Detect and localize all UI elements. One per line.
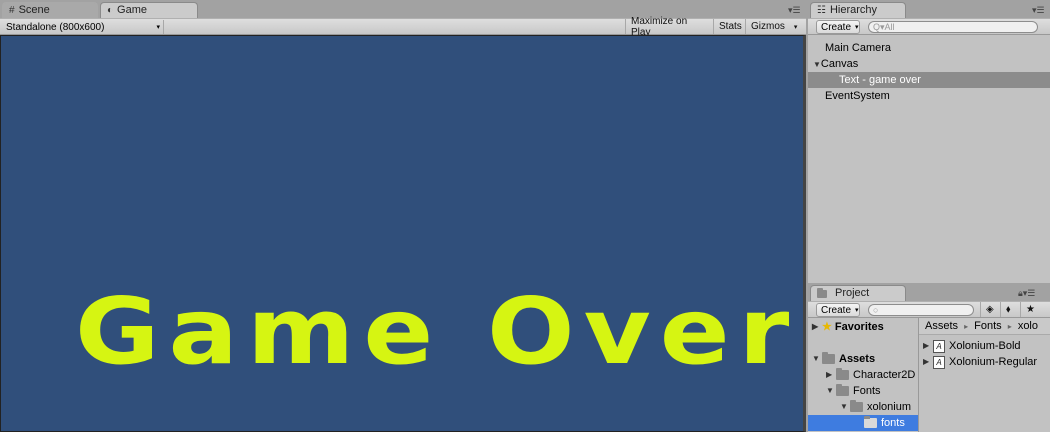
hierarchy-search-input[interactable]: Q▾All	[868, 21, 1038, 33]
tree-item-assets[interactable]: ▼ Assets	[812, 351, 875, 367]
chevron-down-icon: ▾	[156, 24, 160, 31]
chevron-down-icon: ▾	[855, 307, 859, 314]
hierarchy-tabbar: ☷ Hierarchy ▾☰	[808, 0, 1050, 18]
triangle-right-icon[interactable]: ▶	[812, 319, 822, 335]
triangle-right-icon[interactable]: ▶	[923, 338, 933, 354]
hierarchy-item-label: Text - game over	[839, 74, 921, 86]
file-item-label: Xolonium-Regular	[949, 356, 1038, 368]
hierarchy-item-canvas[interactable]: ▼Canvas	[808, 56, 1050, 72]
tree-item-fonts[interactable]: ▼ Fonts	[826, 383, 881, 399]
tree-item-character2d[interactable]: ▶ Character2D	[826, 367, 915, 383]
project-file-list: Assets ▸ Fonts ▸ xolo ▶ A Xolonium-Bold …	[919, 318, 1050, 432]
file-item-xolonium-regular[interactable]: ▶ A Xolonium-Regular	[923, 354, 1037, 370]
pacman-icon: ◐	[107, 5, 114, 16]
tree-item-xolonium[interactable]: ▼ xolonium	[840, 399, 911, 415]
search-icon: ○	[873, 305, 879, 315]
folder-icon	[836, 368, 849, 380]
resolution-dropdown[interactable]: Standalone (800x600) ▾	[6, 20, 164, 34]
gizmos-dropdown[interactable]: Gizmos ▾	[745, 19, 801, 34]
create-label: Create	[821, 304, 852, 316]
hierarchy-item-text-game-over[interactable]: Text - game over	[808, 72, 1050, 88]
tab-scene[interactable]: # Scene	[2, 2, 98, 18]
hierarchy-item-label: EventSystem	[825, 90, 890, 102]
tree-item-fonts-sub[interactable]: fonts	[808, 415, 918, 431]
filter-by-type-icon[interactable]: ◈	[980, 302, 1000, 317]
hierarchy-item-label: Main Camera	[825, 42, 892, 54]
tree-item-label: fonts	[881, 417, 905, 429]
hierarchy-item-label: Canvas	[820, 58, 859, 70]
breadcrumb: Assets ▸ Fonts ▸ xolo	[919, 318, 1050, 335]
triangle-right-icon[interactable]: ▶	[923, 354, 933, 370]
font-icon: A	[933, 339, 945, 353]
hierarchy-item-eventsystem[interactable]: EventSystem	[808, 88, 1050, 104]
tab-game-label: Game	[117, 4, 148, 16]
grid-icon: #	[9, 5, 15, 16]
tab-scene-label: Scene	[18, 4, 50, 16]
tree-item-label: Favorites	[834, 321, 884, 333]
folder-icon	[864, 416, 877, 428]
breadcrumb-item[interactable]: xolo	[1018, 320, 1038, 332]
lock-icon[interactable]: 🔒︎▾☰	[1018, 288, 1035, 299]
hierarchy-item-main-camera[interactable]: Main Camera	[808, 40, 1050, 56]
tab-project-label: Project	[835, 287, 870, 299]
folder-icon	[836, 384, 849, 396]
panel-menu-icon[interactable]: ▾☰	[1032, 5, 1045, 16]
chevron-right-icon: ▸	[964, 322, 969, 331]
create-label: Create	[821, 21, 852, 33]
star-icon[interactable]: ★	[1020, 302, 1040, 317]
folder-icon	[822, 352, 835, 364]
tab-hierarchy[interactable]: ☷ Hierarchy	[810, 2, 906, 18]
chevron-right-icon: ▸	[1007, 322, 1012, 331]
font-icon: A	[933, 355, 945, 369]
tab-game[interactable]: ◐ Game	[100, 2, 198, 18]
star-icon: ★	[822, 321, 832, 333]
maximize-on-play-toggle[interactable]: Maximize on Play	[625, 16, 713, 38]
game-toolbar: Standalone (800x600) ▾ Maximize on Play …	[0, 16, 806, 38]
tree-item-favorites[interactable]: ▶ ★ Favorites	[812, 319, 884, 335]
hierarchy-toolbar: Create ▾ Q▾All	[808, 18, 1050, 35]
stats-label: Stats	[719, 21, 742, 32]
hierarchy-list: Main Camera ▼Canvas Text - game over Eve…	[808, 35, 1050, 283]
filter-by-label-icon[interactable]: ⬧	[1000, 302, 1020, 317]
tab-hierarchy-label: Hierarchy	[829, 4, 878, 16]
breadcrumb-item[interactable]: Assets	[925, 320, 958, 332]
tree-item-label: Fonts	[853, 385, 881, 397]
project-search-input[interactable]: ○	[868, 304, 974, 316]
triangle-down-icon[interactable]: ▼	[812, 351, 822, 367]
file-item-xolonium-bold[interactable]: ▶ A Xolonium-Bold	[923, 338, 1021, 354]
project-tabbar: Project 🔒︎▾☰	[808, 283, 1050, 301]
file-item-label: Xolonium-Bold	[949, 340, 1021, 352]
folder-icon	[850, 400, 863, 412]
resolution-label: Standalone (800x600)	[6, 21, 105, 33]
triangle-down-icon[interactable]: ▼	[840, 399, 850, 415]
project-toolbar: Create ▾ ○ ◈ ⬧ ★	[808, 301, 1050, 318]
chevron-down-icon: ▾	[855, 24, 859, 31]
search-placeholder: Q▾All	[873, 21, 895, 32]
hierarchy-create-button[interactable]: Create ▾	[816, 20, 860, 34]
game-over-text: Game Over	[75, 278, 799, 385]
chevron-down-icon: ▾	[793, 23, 798, 31]
tree-item-label: Assets	[839, 353, 876, 365]
stats-toggle[interactable]: Stats	[713, 19, 745, 34]
project-create-button[interactable]: Create ▾	[816, 303, 860, 317]
project-folder-tree: ▶ ★ Favorites ▼ Assets ▶ Character2D ▼ F…	[808, 318, 919, 432]
hierarchy-icon: ☷	[817, 5, 826, 16]
tree-item-label: xolonium	[867, 401, 912, 413]
breadcrumb-item[interactable]: Fonts	[974, 320, 1002, 332]
triangle-right-icon[interactable]: ▶	[826, 367, 836, 383]
panel-menu-icon[interactable]: ▾☰	[788, 5, 801, 16]
triangle-down-icon[interactable]: ▼	[813, 60, 821, 69]
gizmos-label: Gizmos	[751, 21, 785, 32]
triangle-down-icon[interactable]: ▼	[826, 383, 836, 399]
folder-icon	[817, 287, 827, 298]
tab-project[interactable]: Project	[810, 285, 906, 301]
tree-item-label: Character2D	[853, 369, 916, 381]
